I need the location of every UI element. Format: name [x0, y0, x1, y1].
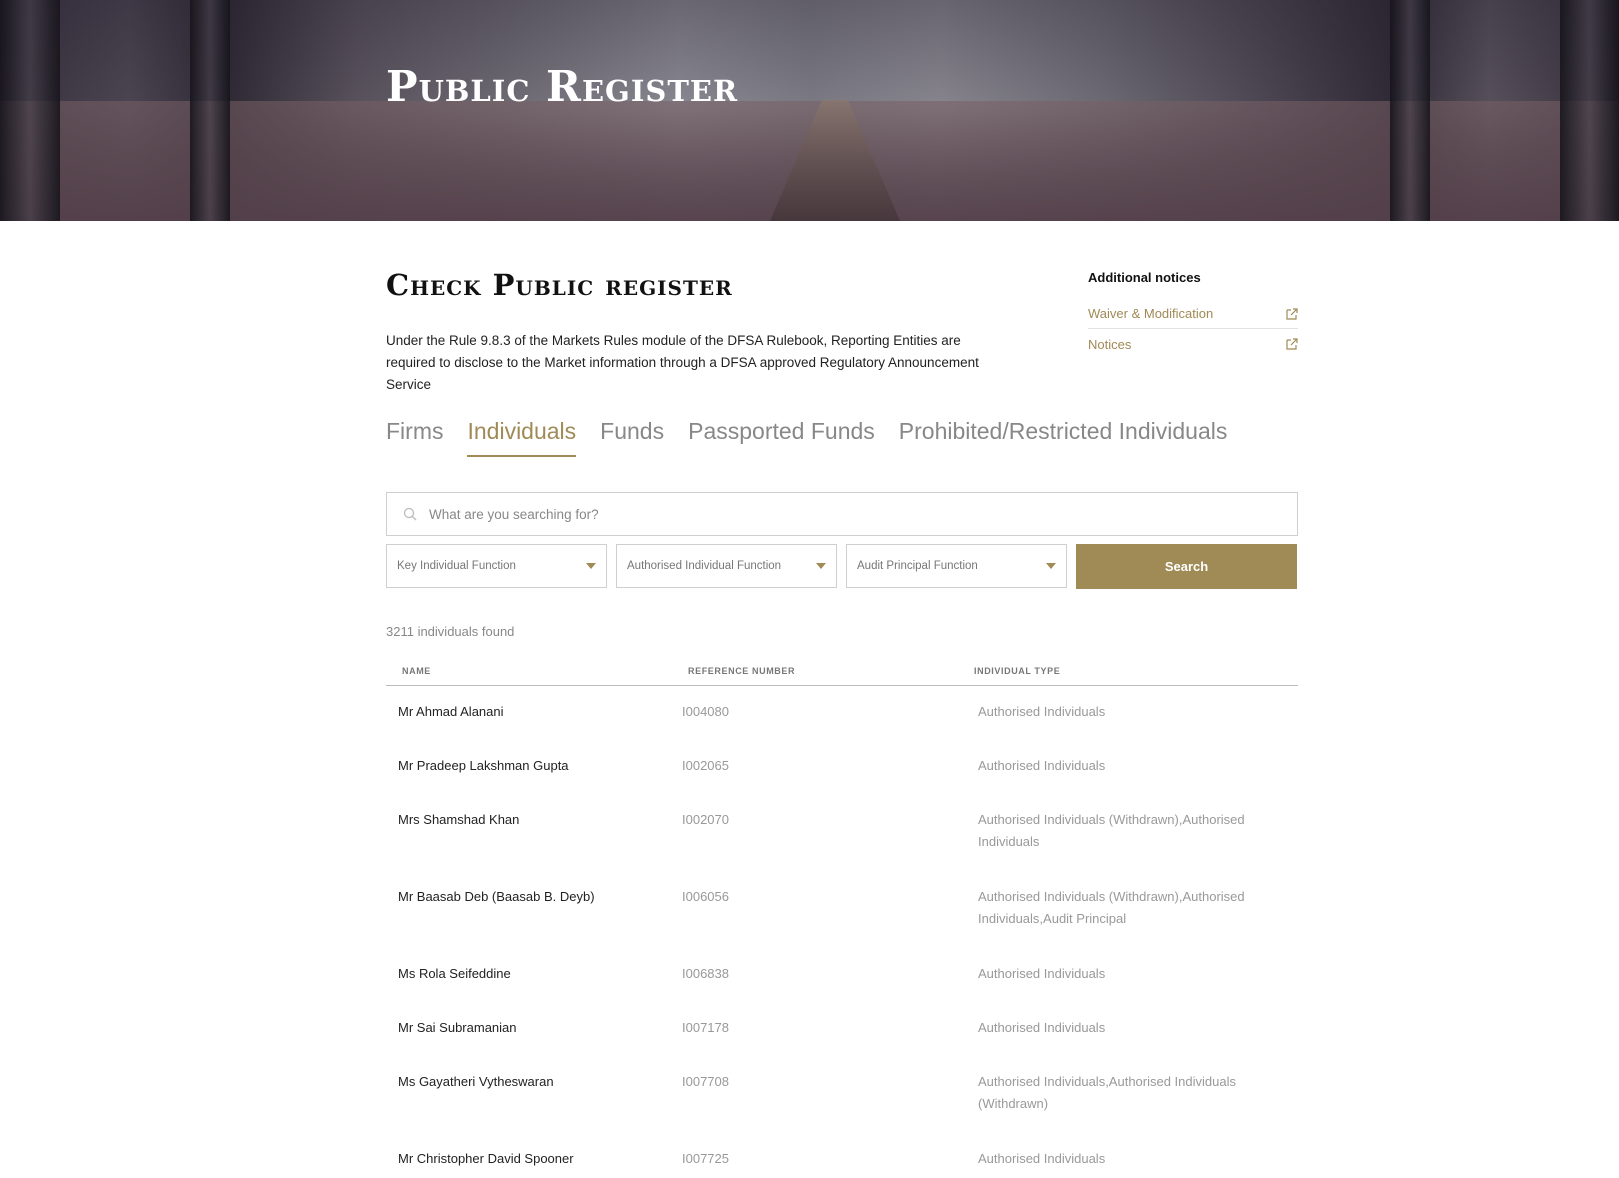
additional-notices: Additional notices Waiver & Modification… [1088, 270, 1298, 359]
individual-type: Authorised Individuals (Withdrawn),Autho… [978, 889, 1245, 926]
search-input[interactable] [429, 506, 1297, 522]
table-row[interactable]: Mr Pradeep Lakshman Gupta I002065 Author… [386, 740, 1298, 794]
table-row[interactable]: Mr Sai Subramanian I007178 Authorised In… [386, 1002, 1298, 1056]
tab-individuals[interactable]: Individuals [467, 418, 577, 457]
table-row[interactable]: Mrs Shamshad Khan I002070 Authorised Ind… [386, 794, 1298, 871]
external-link-icon [1286, 338, 1298, 350]
table-row[interactable]: Ms Rola Seifeddine I006838 Authorised In… [386, 948, 1298, 1002]
results-table: NAME REFERENCE NUMBER INDIVIDUAL TYPE Mr… [386, 656, 1298, 1178]
hero-pillar [190, 0, 230, 221]
table-row[interactable]: Mr Baasab Deb (Baasab B. Deyb) I006056 A… [386, 871, 1298, 948]
select-label: Authorised Individual Function [627, 560, 782, 572]
register-tabs: Firms Individuals Funds Passported Funds… [386, 418, 1227, 457]
waiver-modification-link[interactable]: Waiver & Modification [1088, 299, 1298, 329]
table-row[interactable]: Mr Ahmad Alanani I004080 Authorised Indi… [386, 686, 1298, 740]
notice-link-label: Notices [1088, 336, 1132, 352]
page-title: Check Public register [386, 268, 733, 302]
key-individual-function-select[interactable]: Key Individual Function [386, 544, 607, 588]
notices-title: Additional notices [1088, 270, 1201, 285]
search-icon [403, 507, 417, 521]
individual-type: Authorised Individuals [978, 1020, 1106, 1035]
individual-name: Ms Gayatheri Vytheswaran [398, 1074, 554, 1089]
column-header-reference-number[interactable]: REFERENCE NUMBER [680, 666, 974, 676]
notice-link-label: Waiver & Modification [1088, 306, 1214, 321]
chevron-down-icon [586, 563, 596, 569]
reference-number: I007178 [682, 1020, 729, 1035]
reference-number: I006056 [682, 889, 729, 904]
reference-number: I002070 [682, 812, 729, 827]
individual-name: Mr Christopher David Spooner [398, 1151, 574, 1166]
column-header-name[interactable]: NAME [386, 666, 680, 676]
hero-banner: Public Register [0, 0, 1619, 221]
table-header: NAME REFERENCE NUMBER INDIVIDUAL TYPE [386, 656, 1298, 686]
hero-pillar [1560, 0, 1619, 221]
reference-number: I006838 [682, 966, 729, 981]
individual-type: Authorised Individuals [978, 758, 1106, 773]
individual-type: Authorised Individuals [978, 704, 1106, 719]
individual-name: Mr Pradeep Lakshman Gupta [398, 758, 569, 773]
reference-number: I007708 [682, 1074, 729, 1089]
search-button[interactable]: Search [1076, 544, 1297, 589]
individual-name: Ms Rola Seifeddine [398, 966, 511, 981]
tab-prohibited-restricted-individuals[interactable]: Prohibited/Restricted Individuals [899, 418, 1228, 457]
intro-text: Under the Rule 9.8.3 of the Markets Rule… [386, 333, 979, 392]
table-row[interactable]: Ms Gayatheri Vytheswaran I007708 Authori… [386, 1056, 1298, 1133]
authorised-individual-function-select[interactable]: Authorised Individual Function [616, 544, 837, 588]
individual-type: Authorised Individuals [978, 966, 1106, 981]
individual-type: Authorised Individuals,Authorised Indivi… [978, 1074, 1236, 1111]
individual-name: Mr Ahmad Alanani [398, 704, 504, 719]
individual-name: Mr Baasab Deb (Baasab B. Deyb) [398, 889, 595, 904]
individual-name: Mrs Shamshad Khan [398, 812, 520, 827]
results-count: 3211 individuals found [386, 624, 515, 639]
hero-pillar [1390, 0, 1430, 221]
hero-title: Public Register [386, 62, 739, 111]
search-bar [386, 492, 1298, 536]
column-header-individual-type[interactable]: INDIVIDUAL TYPE [974, 666, 1298, 676]
notices-link[interactable]: Notices [1088, 329, 1298, 359]
tab-firms[interactable]: Firms [386, 418, 443, 457]
reference-number: I004080 [682, 704, 729, 719]
hero-pillar [0, 0, 60, 221]
audit-principal-function-select[interactable]: Audit Principal Function [846, 544, 1067, 588]
individual-name: Mr Sai Subramanian [398, 1020, 517, 1035]
select-label: Key Individual Function [397, 560, 516, 572]
external-link-icon [1286, 307, 1298, 320]
reference-number: I007725 [682, 1151, 729, 1166]
table-row[interactable]: Mr Christopher David Spooner I007725 Aut… [386, 1133, 1298, 1178]
tab-funds[interactable]: Funds [600, 418, 664, 457]
individual-type: Authorised Individuals [978, 1151, 1106, 1166]
tab-passported-funds[interactable]: Passported Funds [688, 418, 875, 457]
select-label: Audit Principal Function [857, 560, 978, 572]
chevron-down-icon [1046, 563, 1056, 569]
individual-type: Authorised Individuals (Withdrawn),Autho… [978, 812, 1245, 849]
chevron-down-icon [816, 563, 826, 569]
reference-number: I002065 [682, 758, 729, 773]
search-filters: Key Individual Function Authorised Indiv… [386, 544, 1297, 589]
